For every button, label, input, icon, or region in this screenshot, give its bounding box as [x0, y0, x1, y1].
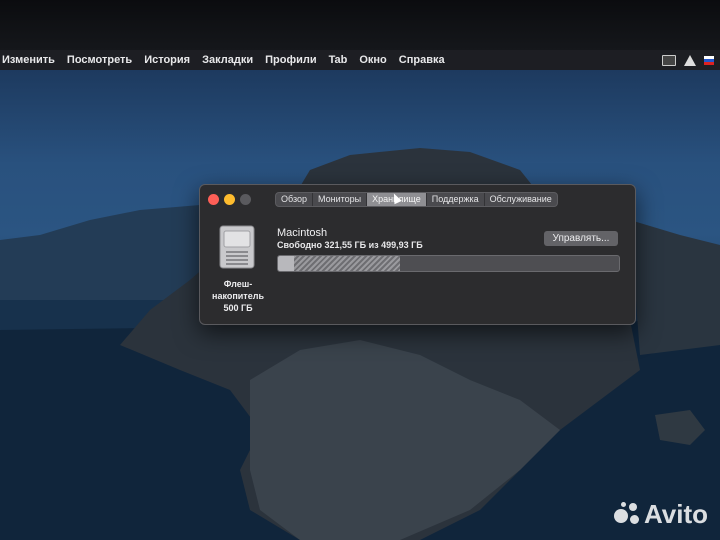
- drive-icon: [219, 225, 255, 269]
- menu-bar: Изменить Посмотреть История Закладки Про…: [0, 50, 720, 70]
- menu-bookmarks[interactable]: Закладки: [196, 54, 259, 66]
- tab-displays[interactable]: Мониторы: [313, 193, 368, 206]
- zoom-button[interactable]: [240, 194, 251, 205]
- tab-bar: Обзор Мониторы Хранилище Поддержка Обслу…: [275, 192, 558, 207]
- tab-support[interactable]: Поддержка: [427, 193, 485, 206]
- tab-overview[interactable]: Обзор: [276, 193, 313, 206]
- close-button[interactable]: [208, 194, 219, 205]
- menu-history[interactable]: История: [138, 54, 196, 66]
- minimize-button[interactable]: [224, 194, 235, 205]
- vlc-icon[interactable]: [684, 54, 696, 66]
- tab-service[interactable]: Обслуживание: [485, 193, 557, 206]
- menu-help[interactable]: Справка: [393, 54, 451, 66]
- watermark-text: Avito: [643, 499, 708, 529]
- menu-tab[interactable]: Tab: [323, 54, 354, 66]
- photo-of-screen: Изменить Посмотреть История Закладки Про…: [0, 0, 720, 540]
- manage-button[interactable]: Управлять...: [544, 231, 618, 246]
- window-titlebar: Обзор Мониторы Хранилище Поддержка Обслу…: [200, 185, 635, 211]
- storage-usage-bar: [277, 255, 620, 272]
- menu-bar-tray: [662, 54, 720, 66]
- right-rock: [630, 220, 720, 355]
- screen-bezel: [0, 0, 720, 50]
- avito-watermark: Avito: [612, 499, 708, 530]
- menu-view[interactable]: Посмотреть: [61, 54, 138, 66]
- volume-free-space: Свободно 321,55 ГБ из 499,93 ГБ: [277, 240, 423, 250]
- storage-window: Обзор Мониторы Хранилище Поддержка Обслу…: [199, 184, 636, 325]
- volume-name: Macintosh: [277, 227, 328, 239]
- drive-caption-line-2: накопитель: [212, 291, 264, 301]
- flag-icon[interactable]: [704, 55, 714, 65]
- menu-edit[interactable]: Изменить: [0, 54, 61, 66]
- menu-window[interactable]: Окно: [353, 54, 392, 66]
- storage-segment-used: [294, 256, 400, 271]
- drive-caption-line-3: 500 ГБ: [223, 303, 253, 313]
- avito-logo-icon: [612, 501, 640, 529]
- drive-caption-line-1: Флеш-: [223, 279, 253, 289]
- keyboard-icon[interactable]: [662, 54, 676, 66]
- storage-segment-system: [278, 256, 294, 271]
- menu-profiles[interactable]: Профили: [259, 54, 322, 66]
- drive-caption: Флеш- накопитель 500 ГБ: [206, 278, 270, 314]
